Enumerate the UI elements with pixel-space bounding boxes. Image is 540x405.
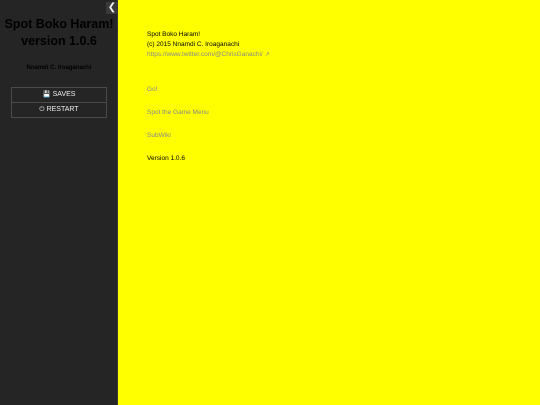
ui-bar: ❮ Spot Boko Haram! version 1.0.6 Nnamdi … [0, 0, 118, 405]
chevron-left-icon[interactable]: ❮ [106, 2, 118, 14]
story-menu: 💾 SAVES ⏻ RESTART [11, 87, 107, 118]
saves-label: SAVES [52, 91, 76, 98]
twitter-link[interactable]: https://www.twitter.com/@ChrisGanachi/ [147, 51, 263, 58]
go-link[interactable]: Go! [147, 86, 157, 93]
restart-label: RESTART [46, 106, 79, 113]
floppy-disk-icon: 💾 [42, 91, 51, 98]
story-app: ❮ Spot Boko Haram! version 1.0.6 Nnamdi … [0, 0, 540, 405]
passage-title: Spot Boko Haram! [147, 31, 201, 38]
passage: Spot Boko Haram! (c) 2015 Nnamdi C. Iroa… [147, 30, 527, 164]
restart-button[interactable]: ⏻ RESTART [12, 102, 106, 117]
version-text: Version 1.0.6 [147, 155, 185, 162]
subwiki-link[interactable]: SubWiki [147, 132, 171, 139]
copyright-text: (c) 2015 Nnamdi C. Iroaganachi [147, 41, 240, 48]
power-icon: ⏻ [39, 106, 45, 113]
external-link-icon: ↗ [264, 52, 270, 58]
story-author: Nnamdi C. Iroaganachi [26, 65, 92, 71]
saves-button[interactable]: 💾 SAVES [12, 88, 106, 102]
story-title: Spot Boko Haram! version 1.0.6 [4, 17, 114, 48]
game-menu-link[interactable]: Spot the Game Menu [147, 109, 209, 116]
